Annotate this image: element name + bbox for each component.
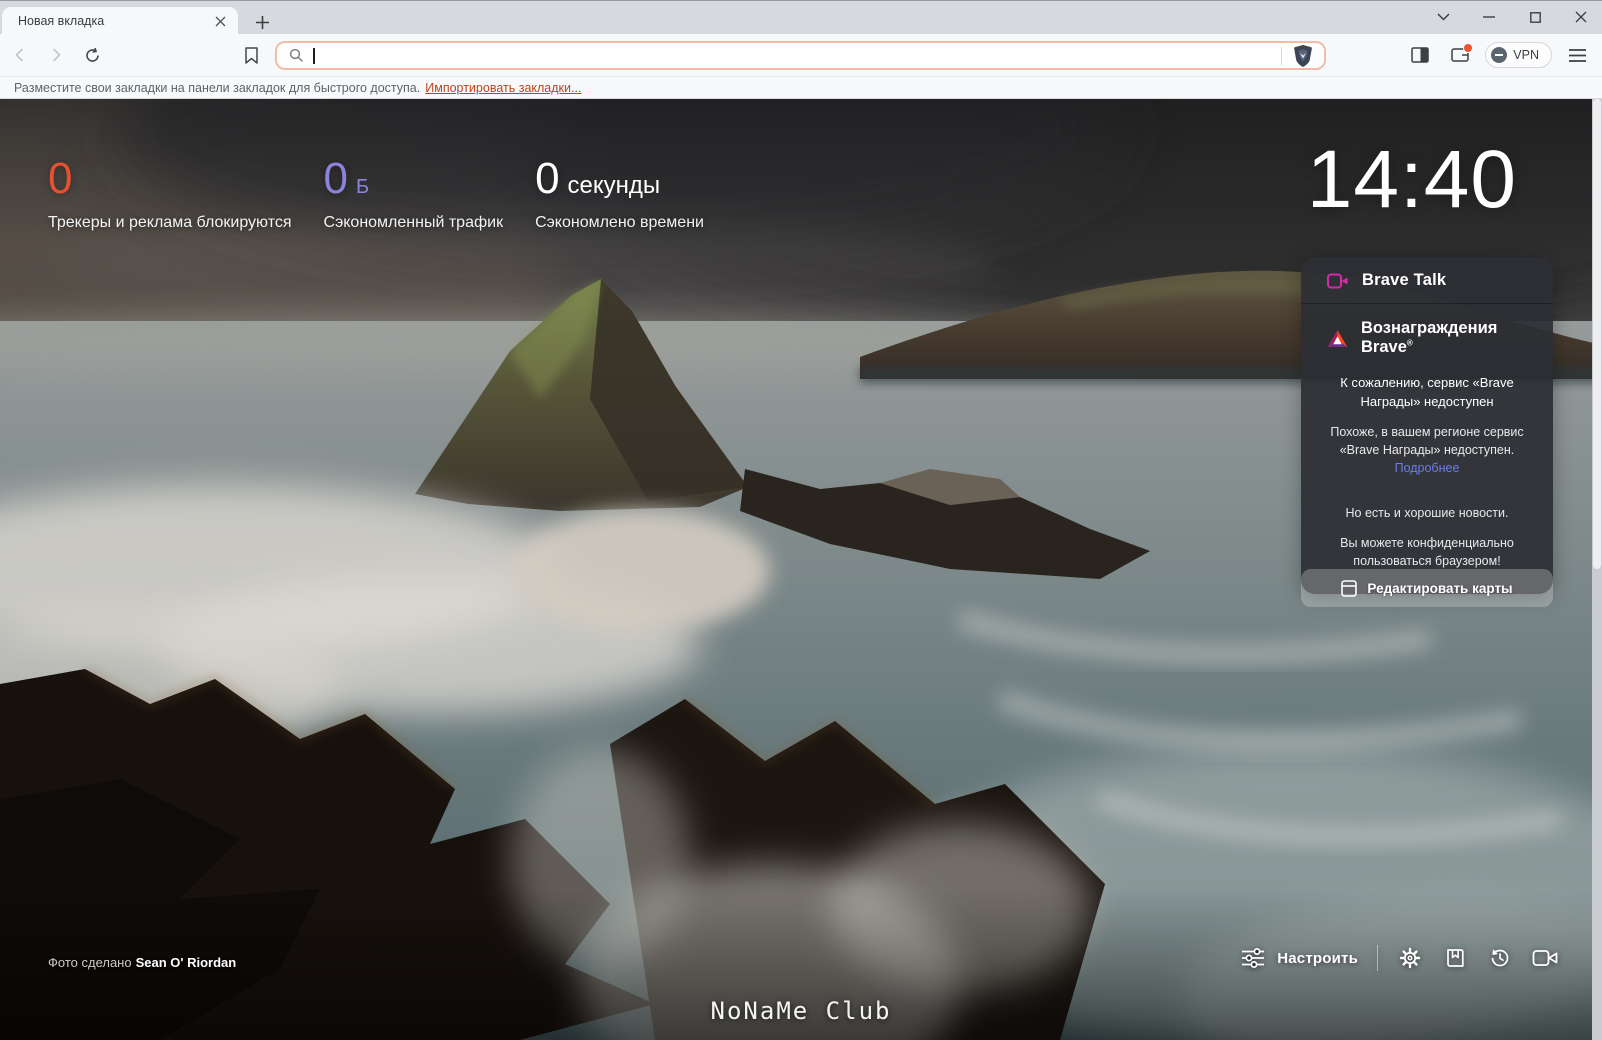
widget-card: Brave Talk Вознаграждения Brave® К сожал… [1301,257,1553,595]
edit-cards-button[interactable]: Редактировать карты [1301,569,1553,607]
rewards-unavailable-body: Похоже, в вашем регионе сервис «Brave На… [1330,424,1524,475]
search-icon [289,48,304,63]
bookmarks-hint-text: Разместите свои закладки на панели закла… [14,80,421,95]
bat-logo-icon [1327,329,1348,348]
vpn-button[interactable]: VPN [1485,42,1552,68]
vpn-label: VPN [1513,48,1539,62]
maximize-button[interactable] [1520,4,1550,30]
wallet-icon[interactable] [1445,40,1475,70]
toolbar: VPN [0,34,1602,76]
brave-talk-row[interactable]: Brave Talk [1301,257,1553,304]
scrollbar-thumb[interactable] [1593,99,1601,569]
settings-gear-icon[interactable] [1397,945,1423,971]
history-icon[interactable] [1487,945,1513,971]
stat-time-saved: 0 секунды Сэкономлено времени [535,157,704,232]
brave-talk-camera-icon [1327,272,1349,290]
rewards-private-note: Вы можете конфиденциально пользоваться б… [1340,536,1514,569]
rewards-title-row: Вознаграждения Brave® [1317,319,1537,357]
tab-strip: Новая вкладка [0,0,1602,35]
minimize-button[interactable] [1474,4,1504,30]
back-button[interactable] [4,39,36,71]
stat-unit: Б [356,176,370,198]
cards-icon [1341,579,1358,597]
brave-talk-title: Brave Talk [1362,271,1447,289]
forward-button[interactable] [40,39,72,71]
bookmarks-book-icon[interactable] [1442,945,1468,971]
customize-button[interactable]: Настроить [1241,948,1358,968]
customize-label: Настроить [1277,949,1358,967]
stat-label: Трекеры и реклама блокируются [48,214,292,231]
stat-bandwidth-saved: 0 Б Сэкономленный трафик [324,157,504,232]
reload-button[interactable] [76,39,108,71]
brave-rewards-widget: Вознаграждения Brave® К сожалению, серви… [1301,304,1553,594]
watermark: NoNaMe Club [710,997,892,1025]
stat-value: 0 [323,154,349,203]
stat-label: Сэкономленный трафик [323,214,504,231]
new-tab-button[interactable] [250,10,274,34]
import-bookmarks-link[interactable]: Импортировать закладки... [425,81,581,95]
window-controls [1428,3,1596,31]
edit-cards-label: Редактировать карты [1367,580,1513,596]
text-caret [313,47,315,64]
sliders-icon [1241,948,1265,968]
new-tab-page: 0 Трекеры и реклама блокируются 0 Б Сэко… [0,99,1602,1040]
tab-close-icon[interactable] [210,11,230,31]
address-bar[interactable] [275,41,1326,70]
menu-icon[interactable] [1562,40,1592,70]
tab-search-chevron-icon[interactable] [1428,4,1458,30]
rewards-unavailable-heading: К сожалению, сервис «Brave Награды» недо… [1340,375,1514,409]
brave-talk-footer-icon[interactable] [1532,945,1558,971]
rewards-title: Вознаграждения Brave® [1361,319,1498,356]
address-bar-divider [1281,46,1282,65]
stat-value: 0 [535,154,561,203]
tab-new-tab[interactable]: Новая вкладка [2,7,238,35]
bookmark-icon[interactable] [236,40,266,70]
stat-label: Сэкономлено времени [535,214,704,231]
photo-author: Sean O' Riordan [135,955,237,970]
page-footer-actions: Настроить [1241,945,1558,971]
stat-unit: секунды [567,172,661,199]
tab-title: Новая вкладка [18,14,105,28]
learn-more-link[interactable]: Подробнее [1395,461,1460,475]
sidebar-icon[interactable] [1405,40,1435,70]
stat-value: 0 [48,154,74,203]
shield-stats: 0 Трекеры и реклама блокируются 0 Б Сэко… [48,157,704,232]
close-window-button[interactable] [1566,4,1596,30]
clock: 14:40 [1306,134,1517,225]
page-scrollbar[interactable] [1592,99,1602,1040]
wallet-notification-badge [1463,43,1474,53]
rewards-good-news: Но есть и хорошие новости. [1345,506,1509,521]
photo-credit: Фото сделано Sean O' Riordan [48,955,237,970]
toolbar-right: VPN [1405,39,1592,71]
stat-trackers-blocked: 0 Трекеры и реклама блокируются [48,157,292,232]
brave-shield-icon[interactable] [1292,44,1314,68]
vpn-status-icon [1491,47,1508,63]
registered-mark: ® [1406,338,1413,348]
browser-window: Новая вкладка VPN Разместите свои заклад… [0,0,1602,1040]
bookmarks-hint-bar: Разместите свои закладки на панели закла… [0,76,1602,99]
footer-divider [1377,945,1378,971]
